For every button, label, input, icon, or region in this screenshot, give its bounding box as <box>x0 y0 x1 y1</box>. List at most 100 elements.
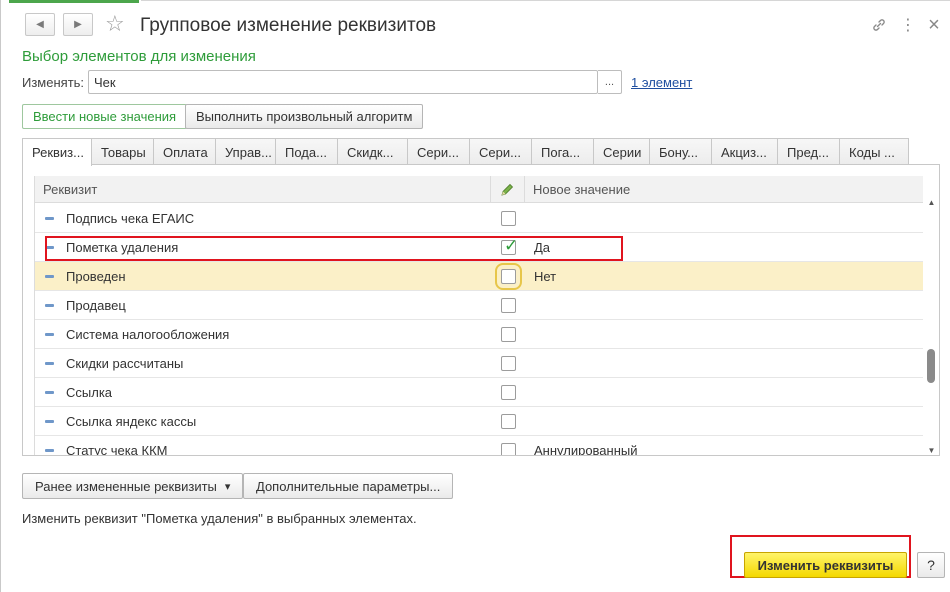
edit-checkbox[interactable] <box>501 414 516 429</box>
favorite-star-icon[interactable]: ☆ <box>105 12 125 36</box>
attribute-icon <box>45 304 54 307</box>
tab-11[interactable]: Бону... <box>649 138 712 165</box>
select-object-button[interactable]: ... <box>598 70 622 94</box>
table-row[interactable]: Подпись чека ЕГАИС <box>35 204 923 233</box>
edit-checkbox-cell <box>501 436 525 455</box>
change-label: Изменять: <box>22 75 85 90</box>
tab-7[interactable]: Сери... <box>407 138 470 165</box>
more-actions-icon[interactable]: ⋮ <box>897 14 919 36</box>
mode-custom-algorithm-button[interactable]: Выполнить произвольный алгоритм <box>185 104 424 129</box>
new-value-cell[interactable] <box>534 349 923 378</box>
edit-checkbox[interactable] <box>501 356 516 371</box>
section-subtitle: Выбор элементов для изменения <box>22 48 256 65</box>
attribute-name: Скидки рассчитаны <box>66 356 184 371</box>
tab-10[interactable]: Серии <box>593 138 650 165</box>
elements-count-link[interactable]: 1 элемент <box>631 75 692 91</box>
attribute-cell: Проведен <box>35 262 491 291</box>
tab-2[interactable]: Товары <box>91 138 154 165</box>
attribute-cell: Ссылка яндекс кассы <box>35 407 491 436</box>
table-row[interactable]: Статус чека ККМ Аннулированный <box>35 436 923 456</box>
tab-12[interactable]: Акциз... <box>711 138 778 165</box>
new-value-cell[interactable] <box>534 204 923 233</box>
attribute-name: Подпись чека ЕГАИС <box>66 211 195 226</box>
tab-1[interactable]: Реквиз... <box>22 138 92 166</box>
attributes-grid: Реквизит Новое значение Подпись чека ЕГА… <box>34 176 923 456</box>
attribute-name: Статус чека ККМ <box>66 443 168 456</box>
edit-checkbox[interactable] <box>501 443 516 455</box>
attribute-cell: Скидки рассчитаны <box>35 349 491 378</box>
tab-4[interactable]: Управ... <box>215 138 276 165</box>
previously-changed-button[interactable]: Ранее измененные реквизиты ▾ <box>22 473 244 499</box>
edit-checkbox-cell <box>501 378 525 407</box>
tab-14[interactable]: Коды ... <box>839 138 909 165</box>
attribute-cell: Пометка удаления <box>35 233 491 262</box>
back-arrow-icon: ◀ <box>36 19 44 30</box>
tab-5[interactable]: Пода... <box>275 138 338 165</box>
edit-checkbox[interactable] <box>501 327 516 342</box>
scroll-up-icon[interactable]: ▲ <box>927 198 936 207</box>
edit-checkbox[interactable] <box>501 298 516 313</box>
edit-checkbox[interactable] <box>501 211 516 226</box>
new-value-cell[interactable] <box>534 407 923 436</box>
top-border <box>141 0 950 1</box>
edit-checkbox[interactable]: ✓ <box>501 237 518 255</box>
previously-changed-label: Ранее измененные реквизиты <box>35 478 217 494</box>
forward-button[interactable]: ▶ <box>63 13 93 36</box>
tab-9[interactable]: Пога... <box>531 138 594 165</box>
table-row[interactable]: Ссылка яндекс кассы <box>35 407 923 436</box>
header-attribute[interactable]: Реквизит <box>35 176 491 203</box>
active-tab-accent <box>9 0 139 3</box>
table-row[interactable]: Система налогообложения <box>35 320 923 349</box>
mode-new-values-button[interactable]: Ввести новые значения <box>22 104 188 129</box>
back-button[interactable]: ◀ <box>25 13 55 36</box>
attribute-icon <box>45 420 54 423</box>
table-row[interactable]: Проведен Нет <box>35 262 923 291</box>
attributes-table-panel: Реквизит Новое значение Подпись чека ЕГА… <box>22 164 940 456</box>
table-row[interactable]: Скидки рассчитаны <box>35 349 923 378</box>
attribute-icon <box>45 246 54 249</box>
help-button[interactable]: ? <box>917 552 945 578</box>
group-edit-window: ◀ ▶ ☆ Групповое изменение реквизитов ⋮ ×… <box>0 0 950 592</box>
new-value-cell[interactable]: Да <box>534 233 923 262</box>
new-value-cell[interactable] <box>534 291 923 320</box>
new-value-cell[interactable]: Аннулированный <box>534 436 923 455</box>
attribute-icon <box>45 449 54 452</box>
grid-scrollbar[interactable]: ▲ ▼ <box>924 176 939 455</box>
close-icon[interactable]: × <box>923 14 945 36</box>
edit-checkbox-cell <box>501 291 525 320</box>
tab-13[interactable]: Пред... <box>777 138 840 165</box>
pencil-icon <box>501 183 514 196</box>
tab-8[interactable]: Сери... <box>469 138 532 165</box>
attribute-cell: Статус чека ККМ <box>35 436 491 456</box>
attribute-cell: Продавец <box>35 291 491 320</box>
attribute-icon <box>45 217 54 220</box>
tab-3[interactable]: Оплата <box>153 138 216 165</box>
edit-checkbox[interactable] <box>501 385 516 400</box>
header-new-value[interactable]: Новое значение <box>525 176 923 203</box>
edit-checkbox-cell <box>501 349 525 378</box>
apply-changes-button[interactable]: Изменить реквизиты <box>744 552 907 578</box>
table-row[interactable]: Ссылка <box>35 378 923 407</box>
attribute-cell: Подпись чека ЕГАИС <box>35 204 491 233</box>
table-row[interactable]: Продавец <box>35 291 923 320</box>
tab-6[interactable]: Скидк... <box>337 138 408 165</box>
edit-checkbox[interactable] <box>495 263 522 290</box>
table-row[interactable]: Пометка удаления ✓ Да <box>35 233 923 262</box>
attribute-icon <box>45 275 54 278</box>
tab-strip: Реквиз... Товары Оплата Управ... Пода... Скид… <box>22 138 940 166</box>
new-value-cell[interactable]: Нет <box>534 262 923 291</box>
link-icon[interactable] <box>868 14 890 36</box>
edit-checkbox-cell: ✓ <box>501 233 525 262</box>
scroll-down-icon[interactable]: ▼ <box>927 446 936 455</box>
edit-checkbox-cell <box>501 407 525 436</box>
scroll-thumb[interactable] <box>927 349 935 383</box>
additional-params-button[interactable]: Дополнительные параметры... <box>243 473 454 499</box>
change-object-input[interactable] <box>88 70 598 94</box>
attribute-cell: Система налогообложения <box>35 320 491 349</box>
edit-checkbox-cell <box>495 262 525 291</box>
edit-checkbox-cell <box>501 204 525 233</box>
attribute-icon <box>45 333 54 336</box>
attribute-name: Пометка удаления <box>66 240 179 255</box>
new-value-cell[interactable] <box>534 320 923 349</box>
new-value-cell[interactable] <box>534 378 923 407</box>
